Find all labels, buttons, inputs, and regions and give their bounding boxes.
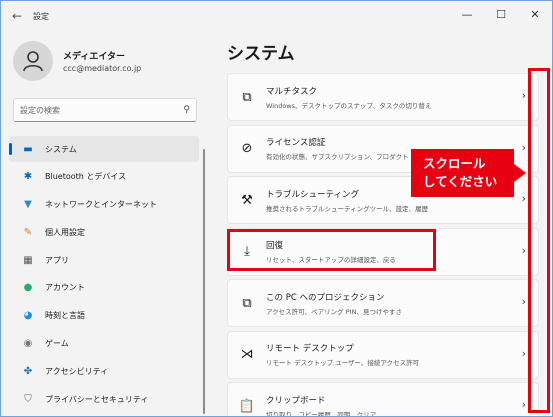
gamepad-icon: ◉ [23,338,33,350]
wifi-icon: ▼ [24,199,32,211]
sidebar-item[interactable]: ✎ 個人用設定 [9,219,199,245]
sidebar-item-label: アプリ [45,255,69,265]
sidebar-item-label: ネットワークとインターネット [45,200,157,210]
accessibility-icon: ✤ [23,365,33,377]
callout-arrow [514,164,526,182]
shield-icon: ⛉ [24,393,32,405]
sidebar-item[interactable]: ◕ 時刻と言語 [9,303,199,329]
sidebar-item[interactable]: ▼ ネットワークとインターネット [9,192,199,218]
sidebar-item-label: 個人用設定 [45,227,85,237]
sidebar-item-label: アクセシビリティ [45,366,109,376]
card-description: アクセス許可、ペアリング PIN、見つけやすさ [266,307,402,316]
multitask-icon: ⧉ [242,89,252,105]
account-icon: ● [23,282,33,294]
card-title: クリップボード [266,395,326,406]
sidebar-item-label: Bluetooth とデバイス [45,172,127,182]
search-input[interactable] [20,105,184,115]
scroll-callout: スクロール してください [411,149,514,197]
settings-card[interactable]: ⤓ 回復リセット、スタートアップの詳細設定、戻る › [227,227,539,276]
settings-card[interactable]: ⋊ リモート デスクトップリモート デスクトップ ユーザー、接続アクセス許可 › [227,330,539,379]
callout-line-2: してください [423,174,498,189]
search-icon[interactable]: ⚲ [183,105,190,115]
projection-icon: ⧉ [242,295,252,311]
sidebar-item-label: プライバシーとセキュリティ [45,394,149,404]
card-description: リセット、スタートアップの詳細設定、戻る [266,256,396,264]
sidebar-item-label: アカウント [45,283,85,293]
settings-window: ← 設定 — ☐ ✕ メディエイター ccc@mediator.co.jp ⚲ … [0,0,553,417]
page-title: システム [227,44,295,64]
card-title: この PC へのプロジェクション [266,292,385,303]
sidebar-item[interactable]: ▬ システム [9,136,199,162]
sidebar-scrollbar[interactable] [203,149,205,414]
user-profile[interactable]: メディエイター ccc@mediator.co.jp [13,41,141,81]
card-title: ライセンス認証 [266,138,326,148]
sidebar-item[interactable]: ⛉ プライバシーとセキュリティ [9,386,199,412]
settings-card[interactable]: ⧉ マルチタスク Windows、デスクトップのスナップ、タスクの切り替え › [227,73,539,121]
recovery-icon: ⤓ [244,244,250,259]
card-title: リモート デスクトップ [266,344,354,354]
apps-icon: ▦ [23,254,33,266]
card-title: マルチタスク [266,86,318,97]
card-description: 切り取り、コピー履歴、同期、クリア [266,410,377,417]
chevron-right-icon: › [521,243,526,257]
app-title: 設定 [33,11,49,21]
back-button[interactable]: ← [3,1,31,31]
sidebar-item-label: システム [45,144,77,154]
title-bar: ← 設定 — ☐ ✕ [1,1,552,31]
brush-icon: ✎ [23,226,33,238]
chevron-right-icon: › [521,398,526,411]
search-box[interactable]: ⚲ [13,98,197,122]
avatar [13,41,53,81]
chevron-right-icon: › [521,295,526,308]
wrench-icon: ⚒ [241,192,253,208]
chevron-right-icon: › [521,346,526,360]
monitor-icon: ▬ [23,143,33,155]
settings-card[interactable]: ⧉ この PC へのプロジェクションアクセス許可、ペアリング PIN、見つけやすさ… [227,279,539,327]
minimize-button[interactable]: — [450,1,484,27]
card-description: Windows、デスクトップのスナップ、タスクの切り替え [266,101,432,110]
settings-cards: ⧉ マルチタスク Windows、デスクトップのスナップ、タスクの切り替え › ⊘ ライセ… [227,73,539,417]
card-description: 推奨されるトラブルシューティングツール、設定、履歴 [266,204,429,213]
sidebar-item[interactable]: ● アカウント [9,275,199,301]
clipboard-icon: 📋 [238,398,256,414]
chevron-right-icon: › [521,140,526,154]
profile-name: メディエイター [63,52,126,62]
chevron-right-icon: › [521,89,526,102]
sidebar-item[interactable]: ✱ Bluetooth とデバイス [9,164,199,190]
settings-card[interactable]: 📋 クリップボード切り取り、コピー履歴、同期、クリア › [227,382,539,417]
card-title: 回復 [266,241,284,251]
card-description: リモート デスクトップ ユーザー、接続アクセス許可 [266,359,420,367]
bluetooth-icon: ✱ [23,171,33,183]
close-button[interactable]: ✕ [518,1,552,27]
sidebar-item[interactable]: ◉ ゲーム [9,331,199,357]
maximize-button[interactable]: ☐ [484,1,518,27]
sidebar-item[interactable]: ✤ アクセシビリティ [9,358,199,384]
chevron-right-icon: › [521,192,526,205]
profile-email: ccc@mediator.co.jp [63,64,142,73]
sidebar-item[interactable]: ▦ アプリ [9,247,199,273]
user-icon [23,51,43,72]
sidebar-item-label: 時刻と言語 [45,311,85,321]
remote-desktop-icon: ⋊ [240,347,254,362]
sidebar-nav: ▬ システム ✱ Bluetooth とデバイス ▼ ネットワークとインターネット ✎ 個人用… [9,136,199,414]
back-arrow-icon: ← [11,9,23,23]
window-controls: — ☐ ✕ [450,1,552,31]
callout-line-1: スクロール [423,156,486,171]
clock-globe-icon: ◕ [23,310,33,322]
check-circle-icon: ⊘ [241,141,253,156]
sidebar-item-label: ゲーム [45,339,69,349]
